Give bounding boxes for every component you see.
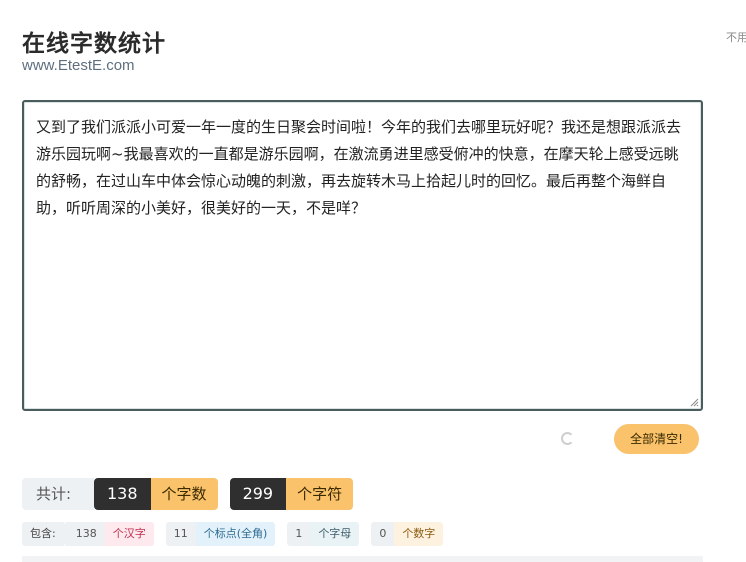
breakdown-label: 包含: — [22, 522, 64, 546]
site-url: www.EtestE.com — [22, 57, 135, 74]
han-count-unit: 个汉字 — [104, 522, 154, 546]
digit-count-badge: 0 个数字 — [371, 522, 444, 546]
han-count-badge: 138 个汉字 — [63, 522, 154, 546]
word-count-unit: 个字数 — [150, 478, 218, 510]
side-note: 不用 — [726, 31, 746, 44]
letter-count-unit: 个字母 — [310, 522, 360, 546]
digit-count-unit: 个数字 — [394, 522, 444, 546]
clear-all-button[interactable]: 全部清空! — [614, 424, 699, 454]
han-count-value: 138 — [63, 522, 105, 546]
resize-grip-icon[interactable] — [690, 398, 699, 407]
page-title: 在线字数统计 — [22, 31, 166, 57]
letter-count-badge: 1 个字母 — [287, 522, 360, 546]
editor-text[interactable]: 又到了我们派派小可爱一年一度的生日聚会时间啦！今年的我们去哪里玩好呢？我还是想跟… — [24, 102, 701, 222]
word-count-stat: 138 个字数 — [94, 478, 218, 510]
breakdown-bar: 包含: 138 个汉字 11 个标点(全角) 1 个字母 0 个数字 — [22, 522, 444, 546]
char-count-stat: 299 个字符 — [229, 478, 354, 510]
totals-bar: 共计: 138 个字数 299 个字符 — [22, 478, 354, 510]
punct-count-unit: 个标点(全角) — [195, 522, 276, 546]
text-editor[interactable]: 又到了我们派派小可爱一年一度的生日聚会时间啦！今年的我们去哪里玩好呢？我还是想跟… — [22, 100, 703, 411]
digit-count-value: 0 — [371, 522, 395, 546]
loading-spinner-icon — [561, 432, 574, 445]
bottom-divider — [22, 556, 703, 562]
totals-label: 共计: — [22, 478, 94, 510]
punct-count-value: 11 — [165, 522, 196, 546]
char-count-unit: 个字符 — [286, 478, 354, 510]
char-count-value: 299 — [229, 478, 287, 510]
letter-count-value: 1 — [287, 522, 311, 546]
word-count-value: 138 — [94, 478, 151, 510]
punct-count-badge: 11 个标点(全角) — [165, 522, 276, 546]
